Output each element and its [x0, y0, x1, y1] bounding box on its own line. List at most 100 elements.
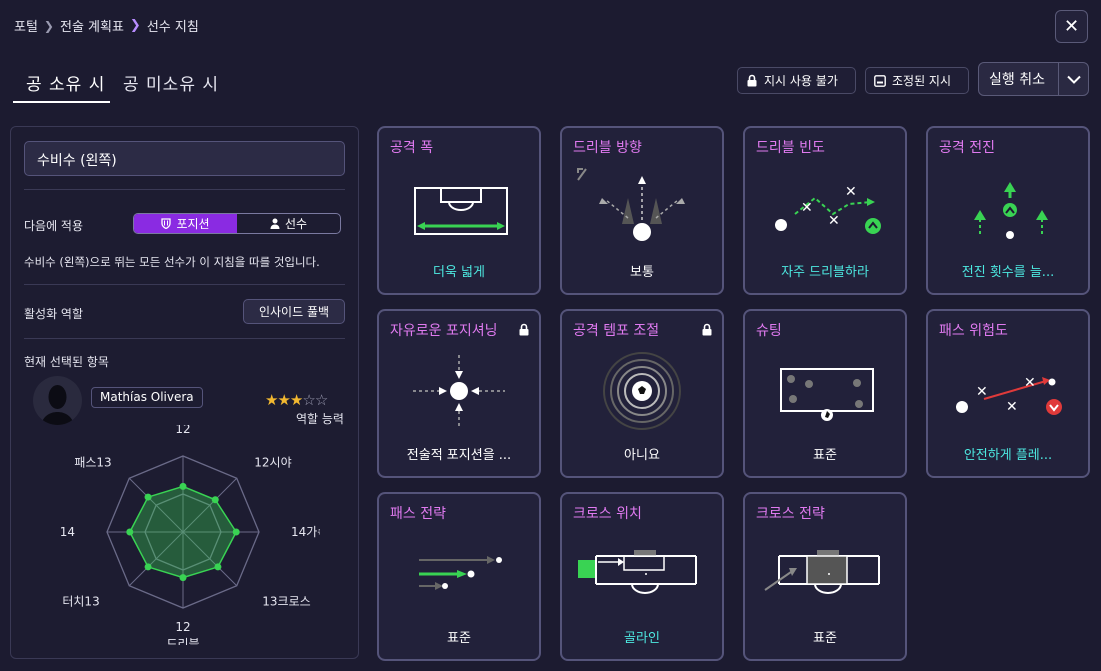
undo-label: 실행 취소 [989, 72, 1045, 88]
avatar [33, 376, 82, 425]
radar-value: 12 [175, 620, 190, 634]
instruction-card[interactable]: 공격 전진전진 횟수를 늘... [926, 126, 1090, 295]
svg-text:✕: ✕ [828, 213, 840, 229]
star-filled-icon: ★ [277, 391, 290, 409]
lock-icon [518, 321, 530, 340]
shield-icon [161, 218, 172, 229]
close-button[interactable]: ✕ [1055, 10, 1088, 43]
person-icon [270, 218, 280, 229]
breadcrumb: 포털 ❯ 전술 계획표 ❯ 선수 지침 [14, 16, 199, 35]
player-silhouette-icon [41, 385, 74, 425]
instruction-value: 자주 드리블하라 [781, 265, 869, 280]
radar-label: 14가속도 [291, 525, 320, 539]
lock-icon [701, 321, 713, 340]
locked-instructions-label: 지시 사용 불가 [764, 74, 838, 88]
radar-label: 13크로스 [262, 594, 310, 608]
radar-label: 패스13 [74, 456, 111, 470]
svg-text:✕: ✕ [976, 384, 988, 400]
instruction-value: 안전하게 플레... [963, 448, 1053, 463]
instruction-card[interactable]: 크로스 전략표준 [743, 492, 907, 661]
player-name[interactable]: Mathías Olivera [91, 387, 203, 408]
svg-text:✕: ✕ [1024, 375, 1036, 391]
instruction-title: 드리블 빈도 [756, 140, 825, 156]
breadcrumb-item-tactics[interactable]: 전술 계획표 [60, 16, 124, 35]
radar-label: 주력14 [60, 525, 75, 539]
active-role-label: 활성화 역할 [24, 307, 84, 321]
instruction-title: 공격 전진 [939, 140, 995, 156]
instruction-card[interactable]: 공격 템포 조절아니요 [560, 309, 724, 478]
tab-in-possession[interactable]: 공 소유 시 [26, 70, 105, 95]
undo-button[interactable]: 실행 취소 [978, 62, 1089, 96]
star-filled-icon: ★ [289, 391, 303, 409]
radar-point [179, 574, 187, 582]
instruction-title: 드리블 방향 [573, 140, 642, 156]
radar-label: 퍼스트 터치13 [60, 594, 100, 608]
role-ability-stars: ★★★☆☆ [265, 391, 328, 409]
divider [24, 338, 345, 339]
instruction-value: 아니요 [624, 448, 660, 463]
toggle-position[interactable]: 포지션 [134, 214, 237, 233]
chevron-right-icon: ❯ [43, 18, 54, 33]
instruction-value: 골라인 [624, 631, 660, 646]
radar-point [211, 496, 219, 504]
apply-to-toggle: 포지션 선수 [133, 213, 341, 234]
instruction-title: 공격 템포 조절 [573, 323, 660, 339]
lock-icon [747, 74, 757, 87]
instruction-title: 공격 폭 [390, 140, 434, 156]
instruction-card[interactable]: 자유로운 포지셔닝 전술적 포지션을 ... [377, 309, 541, 478]
instruction-card[interactable]: ✕ ✕ ✕ 드리블 빈도자주 드리블하라 [743, 126, 907, 295]
star-filled-icon: ★ [265, 391, 278, 409]
divider [24, 284, 345, 285]
radar-label: 12시야 [254, 456, 291, 470]
instruction-title: 크로스 위치 [573, 506, 642, 522]
radar-point [214, 563, 222, 571]
instruction-title: 슈팅 [756, 323, 782, 339]
radar-point [179, 482, 187, 490]
radar-value: 12 [175, 425, 190, 436]
locked-instructions-filter[interactable]: 지시 사용 불가 [737, 67, 856, 94]
svg-text:✕: ✕ [845, 184, 857, 200]
role-selector[interactable]: 인사이드 풀백 [243, 299, 345, 324]
instruction-title: 크로스 전략 [756, 506, 825, 522]
star-empty-icon: ☆ [314, 391, 328, 409]
chevron-down-icon[interactable] [1058, 63, 1088, 95]
instruction-value: 표준 [813, 631, 837, 646]
instruction-card[interactable]: 드리블 방향 보통 [560, 126, 724, 295]
instruction-card[interactable]: 공격 폭더욱 넓게 [377, 126, 541, 295]
selected-label: 현재 선택된 항목 [24, 355, 109, 369]
toggle-player[interactable]: 선수 [237, 214, 340, 233]
breadcrumb-item-portal[interactable]: 포털 [14, 16, 38, 35]
instruction-card[interactable]: 크로스 위치골라인 [560, 492, 724, 661]
divider [24, 189, 345, 190]
instruction-value: 표준 [447, 631, 471, 646]
apply-description: 수비수 (왼쪽)으로 뛰는 모든 선수가 이 지침을 따를 것입니다. [24, 255, 320, 269]
instruction-title: 패스 위험도 [939, 323, 1008, 339]
instruction-card[interactable]: 슈팅표준 [743, 309, 907, 478]
radar-area [128, 485, 238, 579]
close-icon: ✕ [1063, 16, 1080, 37]
radar-point [232, 528, 240, 536]
instruction-title: 패스 전략 [390, 506, 446, 522]
svg-text:✕: ✕ [801, 200, 813, 216]
chevron-right-icon: ❯ [129, 18, 141, 33]
instruction-card[interactable]: 패스 전략표준 [377, 492, 541, 661]
attribute-radar: 개인기1212시야14가속도13크로스드리블12퍼스트 터치13주력14패스13 [60, 425, 320, 645]
position-selector[interactable]: 수비수 (왼쪽) [24, 141, 345, 176]
adjusted-instructions-filter[interactable]: 조정된 지시 [865, 67, 969, 94]
radar-point [126, 528, 134, 536]
radar-point [144, 563, 152, 571]
toggle-position-label: 포지션 [176, 217, 210, 231]
instruction-value: 더욱 넓게 [433, 265, 485, 280]
active-tab-indicator [13, 101, 110, 103]
svg-text:✕: ✕ [1006, 399, 1018, 415]
instruction-value: 표준 [813, 448, 837, 463]
instruction-title: 자유로운 포지셔닝 [390, 323, 498, 339]
radar-label: 드리블 [166, 637, 199, 645]
tab-out-of-possession[interactable]: 공 미소유 시 [123, 70, 219, 95]
apply-to-label: 다음에 적용 [24, 219, 84, 233]
instruction-card[interactable]: ✕ ✕ ✕ 패스 위험도안전하게 플레... [926, 309, 1090, 478]
breadcrumb-item-instructions: 선수 지침 [146, 20, 199, 35]
star-empty-icon: ☆ [302, 391, 315, 409]
instruction-value: 전진 횟수를 늘... [961, 265, 1055, 280]
radar-point [144, 493, 152, 501]
